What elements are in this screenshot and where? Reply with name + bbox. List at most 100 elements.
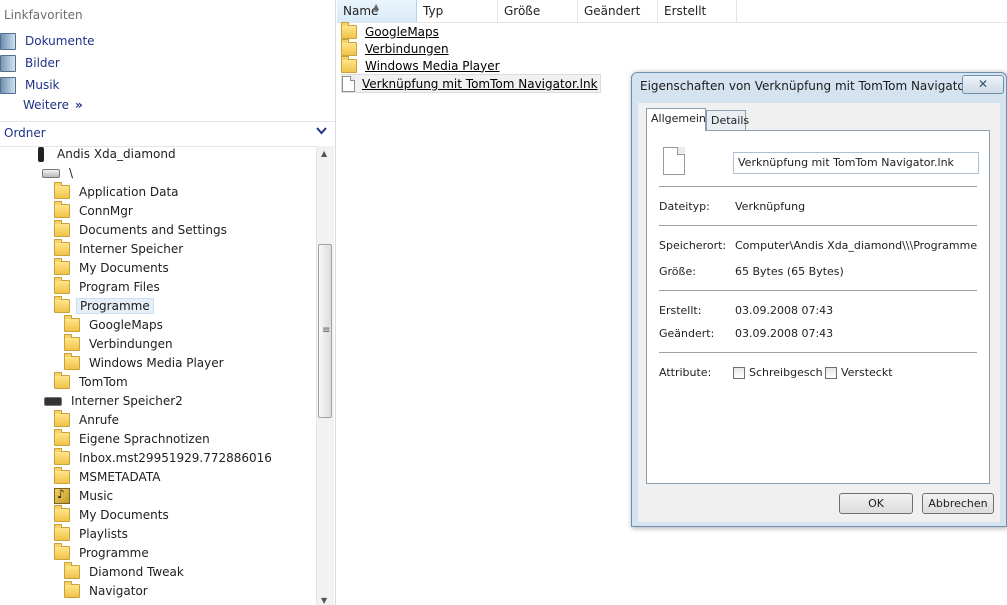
tree-item[interactable]: Application Data bbox=[54, 182, 182, 201]
list-item-selected[interactable]: Verknüpfung mit TomTom Navigator.lnk bbox=[341, 74, 601, 93]
created-label: Erstellt: bbox=[659, 304, 702, 317]
hidden-checkbox[interactable]: Versteckt bbox=[825, 366, 893, 379]
tree-item-label: ConnMgr bbox=[79, 204, 133, 218]
readonly-checkbox[interactable]: Schreibgesch bbox=[733, 366, 823, 379]
tree-item-label: Interner Speicher bbox=[79, 242, 184, 256]
scroll-up-icon[interactable]: ▲ bbox=[321, 149, 327, 158]
scrollbar-thumb[interactable]: ≡ bbox=[318, 244, 332, 418]
folder-icon bbox=[54, 448, 70, 465]
tree-device[interactable]: Andis Xda_diamond bbox=[34, 145, 179, 163]
tree-item[interactable]: MSMETADATA bbox=[54, 467, 163, 486]
tree-item-selected[interactable]: Programme bbox=[54, 296, 154, 315]
tree-item[interactable]: GoogleMaps bbox=[64, 315, 166, 334]
tab-general[interactable]: Allgemein bbox=[646, 108, 706, 131]
tree-item-label: Programme bbox=[79, 546, 149, 560]
scroll-down-icon[interactable]: ▼ bbox=[321, 596, 327, 605]
tree-item[interactable]: Eigene Sprachnotizen bbox=[54, 429, 213, 448]
tree-item[interactable]: Music bbox=[54, 487, 116, 505]
column-size[interactable]: Größe bbox=[498, 0, 578, 22]
favorites-more-link[interactable]: Weitere » bbox=[23, 98, 83, 112]
storage-card-icon bbox=[44, 396, 62, 406]
ok-label: OK bbox=[868, 497, 884, 510]
drive-icon bbox=[42, 168, 60, 178]
chevron-down-icon[interactable] bbox=[316, 125, 327, 139]
documents-library-icon bbox=[0, 32, 16, 50]
filetype-value: Verknüpfung bbox=[735, 200, 806, 213]
column-label: Erstellt bbox=[664, 4, 707, 18]
double-chevron-right-icon: » bbox=[75, 98, 83, 112]
column-modified[interactable]: Geändert bbox=[578, 0, 658, 22]
tree-item-label: Andis Xda_diamond bbox=[57, 147, 176, 161]
folder-icon bbox=[54, 277, 70, 294]
folder-icon bbox=[341, 21, 357, 39]
list-item-label: GoogleMaps bbox=[365, 24, 439, 39]
tree-scrollbar[interactable]: ▲ ≡ ▼ bbox=[316, 146, 334, 605]
folder-icon bbox=[341, 55, 357, 73]
tree-item[interactable]: ConnMgr bbox=[54, 201, 136, 220]
tree-item[interactable]: My Documents bbox=[54, 258, 172, 277]
tree-item-label: My Documents bbox=[79, 508, 169, 522]
close-button[interactable]: ✕ bbox=[962, 75, 1004, 94]
folder-icon bbox=[64, 562, 80, 579]
tree-item-label: Eigene Sprachnotizen bbox=[79, 432, 210, 446]
favorites-title: Linkfavoriten bbox=[4, 8, 83, 22]
list-item-label: Verbindungen bbox=[365, 41, 449, 56]
checkbox-icon bbox=[733, 366, 745, 379]
favorite-music[interactable]: Musik bbox=[0, 75, 60, 95]
tree-item[interactable]: Documents and Settings bbox=[54, 220, 230, 239]
tree-item[interactable]: Playlists bbox=[54, 524, 131, 543]
ok-button[interactable]: OK bbox=[839, 493, 913, 514]
tree-item-label: Diamond Tweak bbox=[89, 565, 184, 579]
phone-device-icon bbox=[38, 146, 44, 162]
general-panel: Verknüpfung mit TomTom Navigator.lnk Dat… bbox=[646, 130, 990, 484]
created-value: 03.09.2008 07:43 bbox=[735, 304, 834, 317]
divider bbox=[659, 186, 977, 187]
list-item[interactable]: GoogleMaps bbox=[341, 21, 441, 40]
tree-item[interactable]: My Documents bbox=[54, 505, 172, 524]
properties-dialog: Eigenschaften von Verknüpfung mit TomTom… bbox=[631, 72, 1007, 527]
tree-item[interactable]: Diamond Tweak bbox=[64, 562, 187, 581]
column-label: Größe bbox=[504, 4, 541, 18]
file-name-field[interactable]: Verknüpfung mit TomTom Navigator.lnk bbox=[733, 152, 979, 174]
divider bbox=[659, 290, 977, 291]
folder-icon bbox=[54, 410, 70, 427]
folders-header[interactable]: Ordner bbox=[0, 121, 335, 147]
tree-item-label: Application Data bbox=[79, 185, 179, 199]
dialog-title: Eigenschaften von Verknüpfung mit TomTom… bbox=[640, 79, 991, 93]
tree-item-label: Inbox.mst29951929.772886016 bbox=[79, 451, 272, 465]
tree-item[interactable]: TomTom bbox=[54, 372, 131, 391]
location-label: Speicherort: bbox=[659, 239, 727, 252]
tree-item[interactable]: Programme bbox=[54, 543, 152, 562]
column-created[interactable]: Erstellt bbox=[658, 0, 737, 22]
column-label: Geändert bbox=[584, 4, 641, 18]
column-name[interactable]: ▲ Name bbox=[337, 0, 417, 22]
favorite-documents[interactable]: Dokumente bbox=[0, 31, 95, 51]
tree-item[interactable]: Navigator bbox=[64, 581, 151, 600]
list-item[interactable]: Verbindungen bbox=[341, 38, 451, 57]
folder-icon bbox=[64, 581, 80, 598]
list-item[interactable]: Windows Media Player bbox=[341, 55, 502, 74]
size-label: Größe: bbox=[659, 265, 696, 278]
tree-item[interactable]: Verbindungen bbox=[64, 334, 176, 353]
tree-item[interactable]: Program Files bbox=[54, 277, 163, 296]
folder-icon bbox=[54, 505, 70, 522]
location-value: Computer\Andis Xda_diamond\\\Programme bbox=[735, 239, 978, 252]
cancel-button[interactable]: Abbrechen bbox=[922, 493, 994, 514]
tree-item[interactable]: Windows Media Player bbox=[64, 353, 227, 372]
tree-drive-2[interactable]: Interner Speicher2 bbox=[44, 392, 186, 410]
column-type[interactable]: Typ bbox=[417, 0, 498, 22]
tab-details[interactable]: Details bbox=[706, 110, 749, 130]
tree-item[interactable]: Inbox.mst29951929.772886016 bbox=[54, 448, 275, 467]
tree-item-label: Navigator bbox=[89, 584, 148, 598]
modified-label: Geändert: bbox=[659, 327, 715, 340]
folder-icon bbox=[54, 429, 70, 446]
tree-item[interactable]: Interner Speicher bbox=[54, 239, 186, 258]
shortcut-file-icon bbox=[663, 147, 685, 175]
folder-icon bbox=[54, 239, 70, 256]
tree-item-label: Playlists bbox=[79, 527, 128, 541]
tree-item[interactable]: Anrufe bbox=[54, 410, 122, 429]
favorite-pictures[interactable]: Bilder bbox=[0, 53, 60, 73]
readonly-label: Schreibgesch bbox=[749, 366, 823, 379]
favorite-label: Dokumente bbox=[25, 34, 95, 48]
tree-root-drive[interactable]: \ bbox=[42, 164, 76, 182]
